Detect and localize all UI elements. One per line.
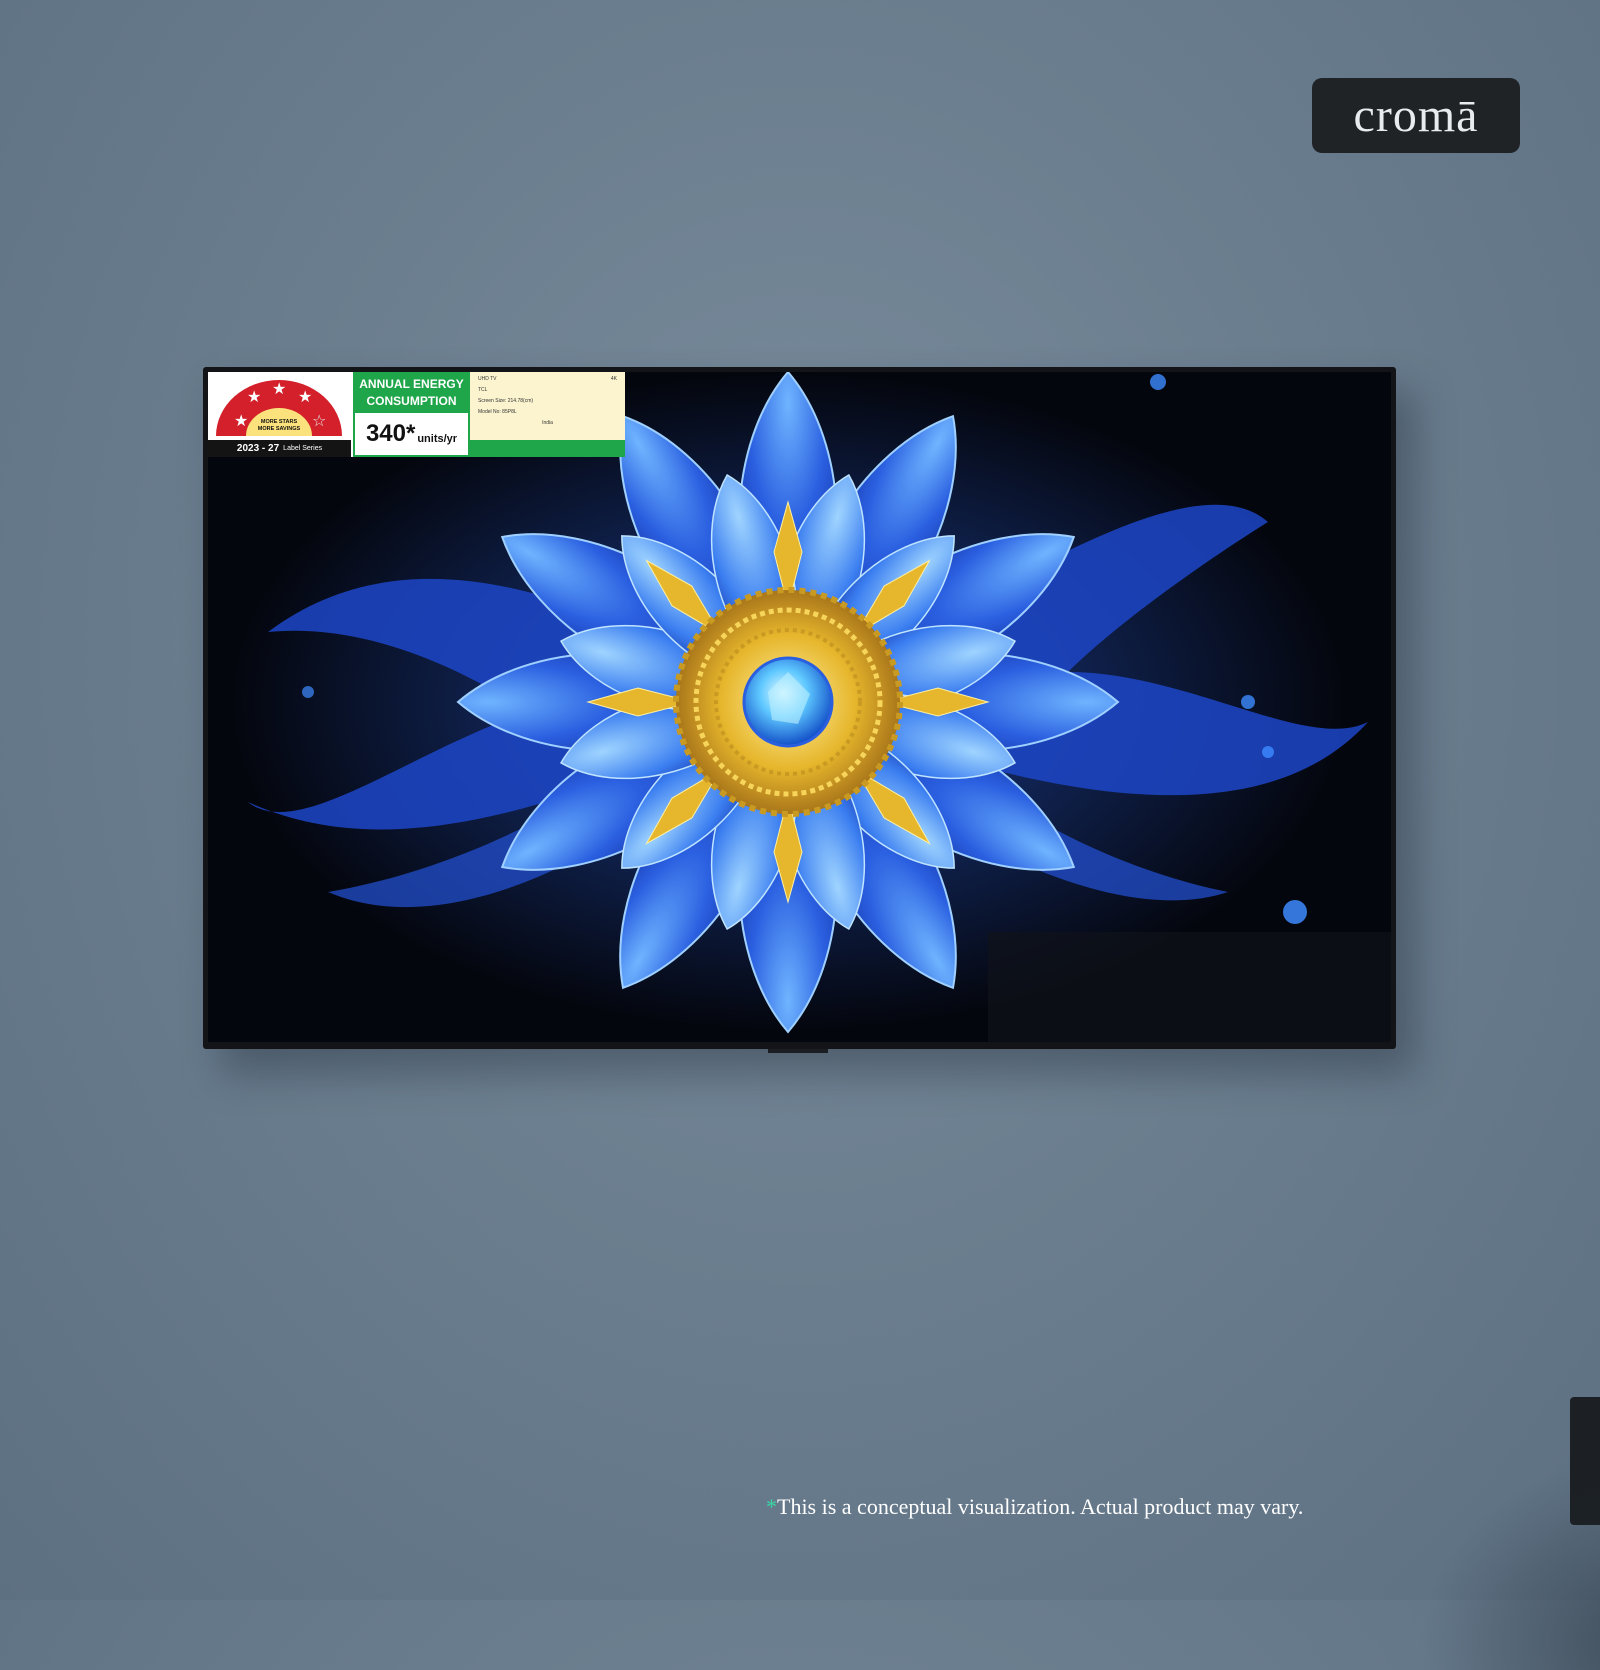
star-outline-icon: ☆: [312, 411, 326, 430]
info-resolution: 4K: [610, 376, 617, 382]
info-green-bar: [470, 440, 625, 457]
tv-bottom-bar: [768, 1049, 828, 1053]
label-series: 2023 - 27 Label Series: [208, 440, 351, 457]
star-icon: ★: [298, 387, 312, 406]
star-rating-arc: ★ ★ ★ ★ ☆ MORE STARS MORE SAVINGS: [216, 379, 342, 436]
flower-artwork: [208, 372, 1391, 1042]
logo-text: cromā: [1353, 89, 1479, 142]
energy-heading-line-2: CONSUMPTION: [366, 393, 457, 408]
energy-heading: ANNUAL ENERGY CONSUMPTION: [353, 372, 470, 413]
tv-screen: ★ ★ ★ ★ ☆ MORE STARS MORE SAVINGS 2023 -…: [208, 372, 1391, 1042]
info-row: UHD TV 4K: [478, 376, 617, 387]
info-country: India: [542, 420, 553, 426]
croma-logo: cromā: [1312, 78, 1520, 153]
annual-energy-panel: ANNUAL ENERGY CONSUMPTION 340* units/yr: [351, 372, 470, 457]
television: ★ ★ ★ ★ ☆ MORE STARS MORE SAVINGS 2023 -…: [203, 367, 1396, 1053]
corner-shadow: [1380, 1420, 1600, 1670]
info-model: Model No: 85P8L: [478, 409, 517, 415]
info-row: Model No: 85P8L: [478, 409, 617, 420]
disclaimer-text: *This is a conceptual visualization. Act…: [766, 1494, 1386, 1524]
star-icon: ★: [272, 379, 286, 398]
energy-rating-label: ★ ★ ★ ★ ☆ MORE STARS MORE SAVINGS 2023 -…: [208, 372, 625, 457]
energy-unit: units/yr: [417, 433, 458, 445]
star-icon: ★: [234, 411, 248, 430]
disclaimer-body: This is a conceptual visualization. Actu…: [777, 1494, 1304, 1519]
product-info-panel: UHD TV 4K TCL Screen Size: 214.78(cm) Mo…: [470, 372, 625, 457]
info-row: Screen Size: 214.78(cm): [478, 398, 617, 409]
star-rating-panel: ★ ★ ★ ★ ☆ MORE STARS MORE SAVINGS 2023 -…: [208, 372, 351, 457]
energy-value-box: 340* units/yr: [353, 413, 470, 457]
info-type: UHD TV: [478, 376, 497, 382]
info-brand: TCL: [478, 387, 488, 393]
info-screen-size: Screen Size: 214.78(cm): [478, 398, 534, 404]
energy-heading-line-1: ANNUAL ENERGY: [359, 376, 464, 391]
info-row: India: [478, 420, 617, 431]
arc-text-2: MORE SAVINGS: [258, 426, 301, 432]
energy-value: 340*: [365, 420, 416, 447]
star-icon: ★: [247, 387, 261, 406]
series-suffix: Label Series: [283, 445, 323, 452]
disclaimer-asterisk: *: [766, 1494, 777, 1519]
arc-text-1: MORE STARS: [261, 419, 298, 425]
info-row: TCL: [478, 387, 617, 398]
series-year: 2023 - 27: [236, 443, 280, 454]
